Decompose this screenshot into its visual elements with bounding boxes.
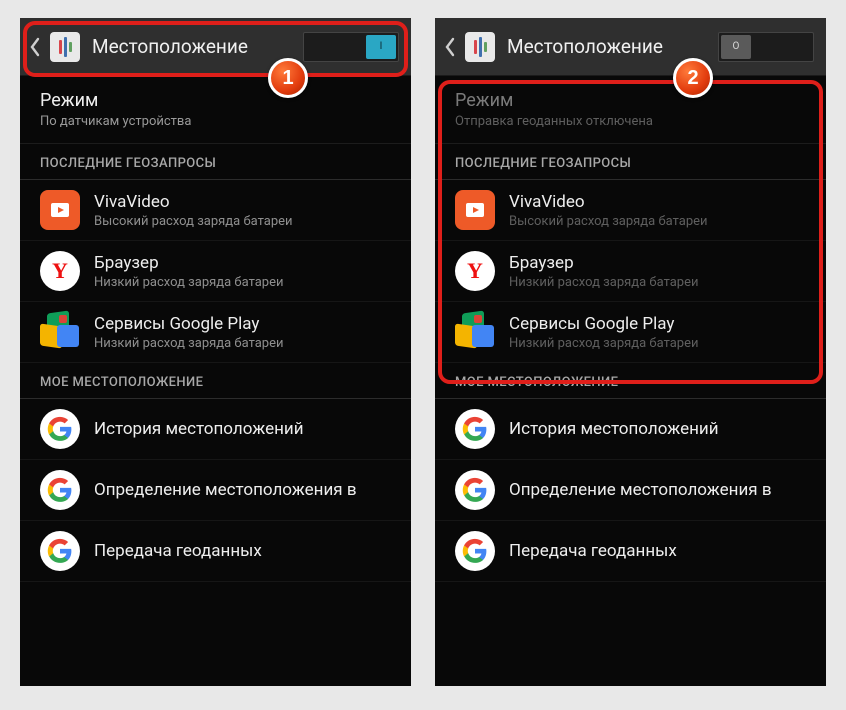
google-icon [455, 409, 495, 449]
battery-usage: Высокий расход заряда батареи [509, 214, 806, 229]
item-label: Определение местоположения в [509, 480, 806, 500]
item-label: Передача геоданных [509, 541, 806, 561]
google-icon [40, 409, 80, 449]
list-item[interactable]: Определение местоположения в [20, 460, 411, 521]
action-bar: Местоположение O [435, 18, 826, 76]
list-item: Сервисы Google Play Низкий расход заряда… [435, 302, 826, 363]
list-item: VivaVideo Высокий расход заряда батареи [435, 180, 826, 241]
mode-subtitle: Отправка геоданных отключена [455, 114, 806, 129]
content: Режим По датчикам устройства ПОСЛЕДНИЕ Г… [20, 76, 411, 590]
battery-usage: Низкий расход заряда батареи [94, 336, 391, 351]
app-name: Браузер [509, 253, 806, 273]
back-icon[interactable] [441, 18, 459, 76]
section-recent-requests: ПОСЛЕДНИЕ ГЕОЗАПРОСЫ [20, 144, 411, 180]
list-item[interactable]: История местоположений [20, 399, 411, 460]
section-my-location: МОЕ МЕСТОПОЛОЖЕНИЕ [20, 363, 411, 399]
mode-row[interactable]: Режим По датчикам устройства [20, 76, 411, 144]
vivavideo-icon [40, 190, 80, 230]
list-item[interactable]: Передача геоданных [435, 521, 826, 582]
section-recent-requests: ПОСЛЕДНИЕ ГЕОЗАПРОСЫ [435, 144, 826, 180]
app-name: VivaVideo [509, 192, 806, 212]
list-item[interactable]: Передача геоданных [20, 521, 411, 582]
battery-usage: Низкий расход заряда батареи [509, 275, 806, 290]
location-toggle[interactable]: O [718, 32, 814, 62]
item-label: История местоположений [509, 419, 806, 439]
google-icon [40, 470, 80, 510]
battery-usage: Высокий расход заряда батареи [94, 214, 391, 229]
yandex-icon: Y [40, 251, 80, 291]
back-icon[interactable] [26, 18, 44, 76]
list-item[interactable]: Определение местоположения в [435, 460, 826, 521]
action-bar: Местоположение I [20, 18, 411, 76]
list-item[interactable]: Сервисы Google Play Низкий расход заряда… [20, 302, 411, 363]
mode-subtitle: По датчикам устройства [40, 114, 391, 129]
google-play-services-icon [455, 312, 495, 352]
section-my-location: МОЕ МЕСТОПОЛОЖЕНИЕ [435, 363, 826, 399]
app-name: Сервисы Google Play [509, 314, 806, 334]
google-play-services-icon [40, 312, 80, 352]
list-item[interactable]: История местоположений [435, 399, 826, 460]
battery-usage: Низкий расход заряда батареи [94, 275, 391, 290]
mode-title: Режим [40, 90, 391, 111]
mode-row: Режим Отправка геоданных отключена [435, 76, 826, 144]
settings-icon [465, 32, 495, 62]
location-toggle[interactable]: I [303, 32, 399, 62]
page-title: Местоположение [507, 35, 663, 58]
app-name: Сервисы Google Play [94, 314, 391, 334]
page-title: Местоположение [92, 35, 248, 58]
app-name: Браузер [94, 253, 391, 273]
list-item: Y Браузер Низкий расход заряда батареи [435, 241, 826, 302]
item-label: Передача геоданных [94, 541, 391, 561]
list-item[interactable]: VivaVideo Высокий расход заряда батареи [20, 180, 411, 241]
google-icon [40, 531, 80, 571]
toggle-knob: O [721, 35, 751, 59]
item-label: Определение местоположения в [94, 480, 391, 500]
toggle-knob: I [366, 35, 396, 59]
item-label: История местоположений [94, 419, 391, 439]
settings-icon [50, 32, 80, 62]
app-name: VivaVideo [94, 192, 391, 212]
yandex-icon: Y [455, 251, 495, 291]
phone-left: Местоположение I Режим По датчикам устро… [20, 18, 411, 686]
vivavideo-icon [455, 190, 495, 230]
battery-usage: Низкий расход заряда батареи [509, 336, 806, 351]
mode-title: Режим [455, 90, 806, 111]
content: Режим Отправка геоданных отключена ПОСЛЕ… [435, 76, 826, 590]
google-icon [455, 531, 495, 571]
google-icon [455, 470, 495, 510]
list-item[interactable]: Y Браузер Низкий расход заряда батареи [20, 241, 411, 302]
phone-right: Местоположение O Режим Отправка геоданны… [435, 18, 826, 686]
